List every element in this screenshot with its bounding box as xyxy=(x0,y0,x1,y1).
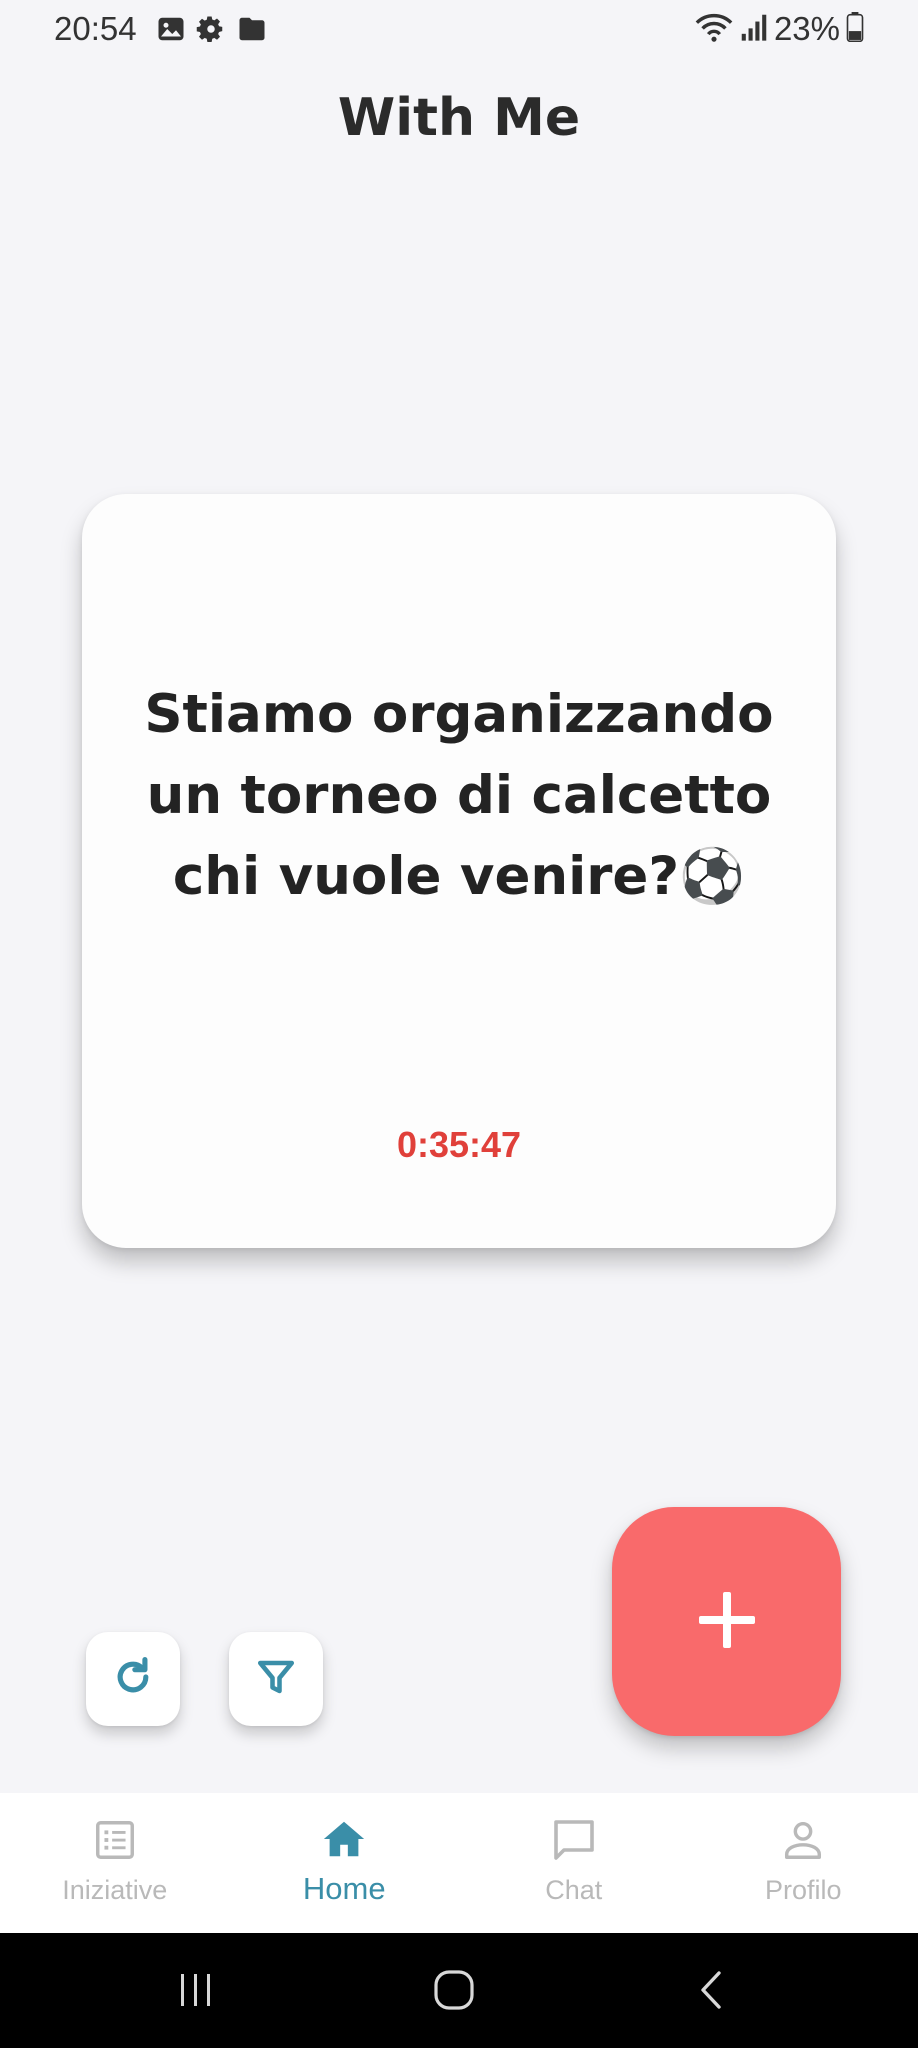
nav-item-iniziative[interactable]: Iniziative xyxy=(0,1793,230,1933)
battery-icon xyxy=(846,12,864,46)
system-home-button[interactable] xyxy=(424,1969,484,2015)
battery-percentage: 23% xyxy=(773,10,840,47)
nav-label-home: Home xyxy=(302,1871,386,1906)
initiative-message: Stiamo organizzando un torneo di calcett… xyxy=(144,684,774,907)
status-notification-icons xyxy=(156,14,268,44)
add-initiative-button[interactable] xyxy=(612,1507,841,1736)
nav-label-chat: Chat xyxy=(545,1875,603,1905)
status-time: 20:54 xyxy=(54,10,137,47)
person-icon xyxy=(778,1815,828,1865)
nav-label-profilo: Profilo xyxy=(764,1875,842,1905)
wifi-icon xyxy=(694,11,734,47)
gear-icon xyxy=(196,14,226,44)
nav-item-home[interactable]: Home xyxy=(230,1793,460,1933)
filter-button[interactable] xyxy=(229,1632,323,1726)
refresh-icon xyxy=(111,1655,155,1703)
signal-icon xyxy=(740,12,768,46)
initiative-card[interactable]: Stiamo organizzando un torneo di calcett… xyxy=(82,494,836,1248)
system-navigation-bar xyxy=(0,1933,918,2048)
back-button[interactable] xyxy=(682,1969,742,2015)
countdown-timer: 0:35:47 xyxy=(396,1124,522,1165)
home-circle-icon xyxy=(433,1969,475,2015)
refresh-button[interactable] xyxy=(86,1632,180,1726)
back-icon xyxy=(697,1969,727,2015)
plus-icon xyxy=(697,1590,757,1654)
bottom-navigation: Iniziative Home Chat Profilo xyxy=(0,1793,918,1933)
list-icon xyxy=(90,1815,140,1865)
nav-item-chat[interactable]: Chat xyxy=(459,1793,689,1933)
gallery-icon xyxy=(156,14,186,44)
folder-icon xyxy=(236,14,268,44)
nav-label-iniziative: Iniziative xyxy=(62,1875,168,1905)
home-icon xyxy=(319,1815,369,1865)
recents-icon xyxy=(176,1970,216,2014)
chat-icon xyxy=(549,1815,599,1865)
status-right: 23% xyxy=(694,10,864,48)
filter-icon xyxy=(255,1656,297,1702)
app-title: With Me xyxy=(337,88,581,148)
recents-button[interactable] xyxy=(166,1969,226,2015)
status-bar: 20:54 23% xyxy=(0,0,918,60)
nav-item-profilo[interactable]: Profilo xyxy=(689,1793,918,1933)
